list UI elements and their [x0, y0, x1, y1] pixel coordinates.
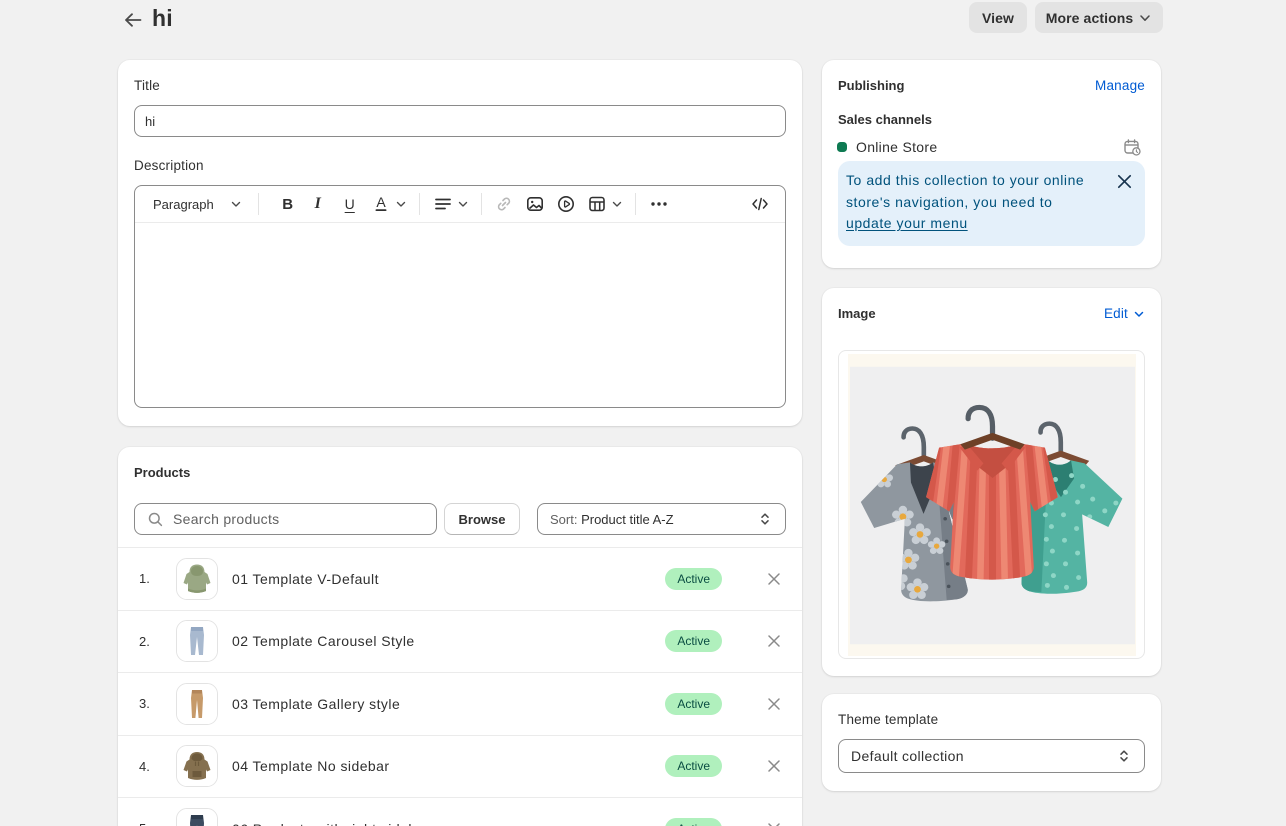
svg-text:A: A	[376, 194, 386, 210]
